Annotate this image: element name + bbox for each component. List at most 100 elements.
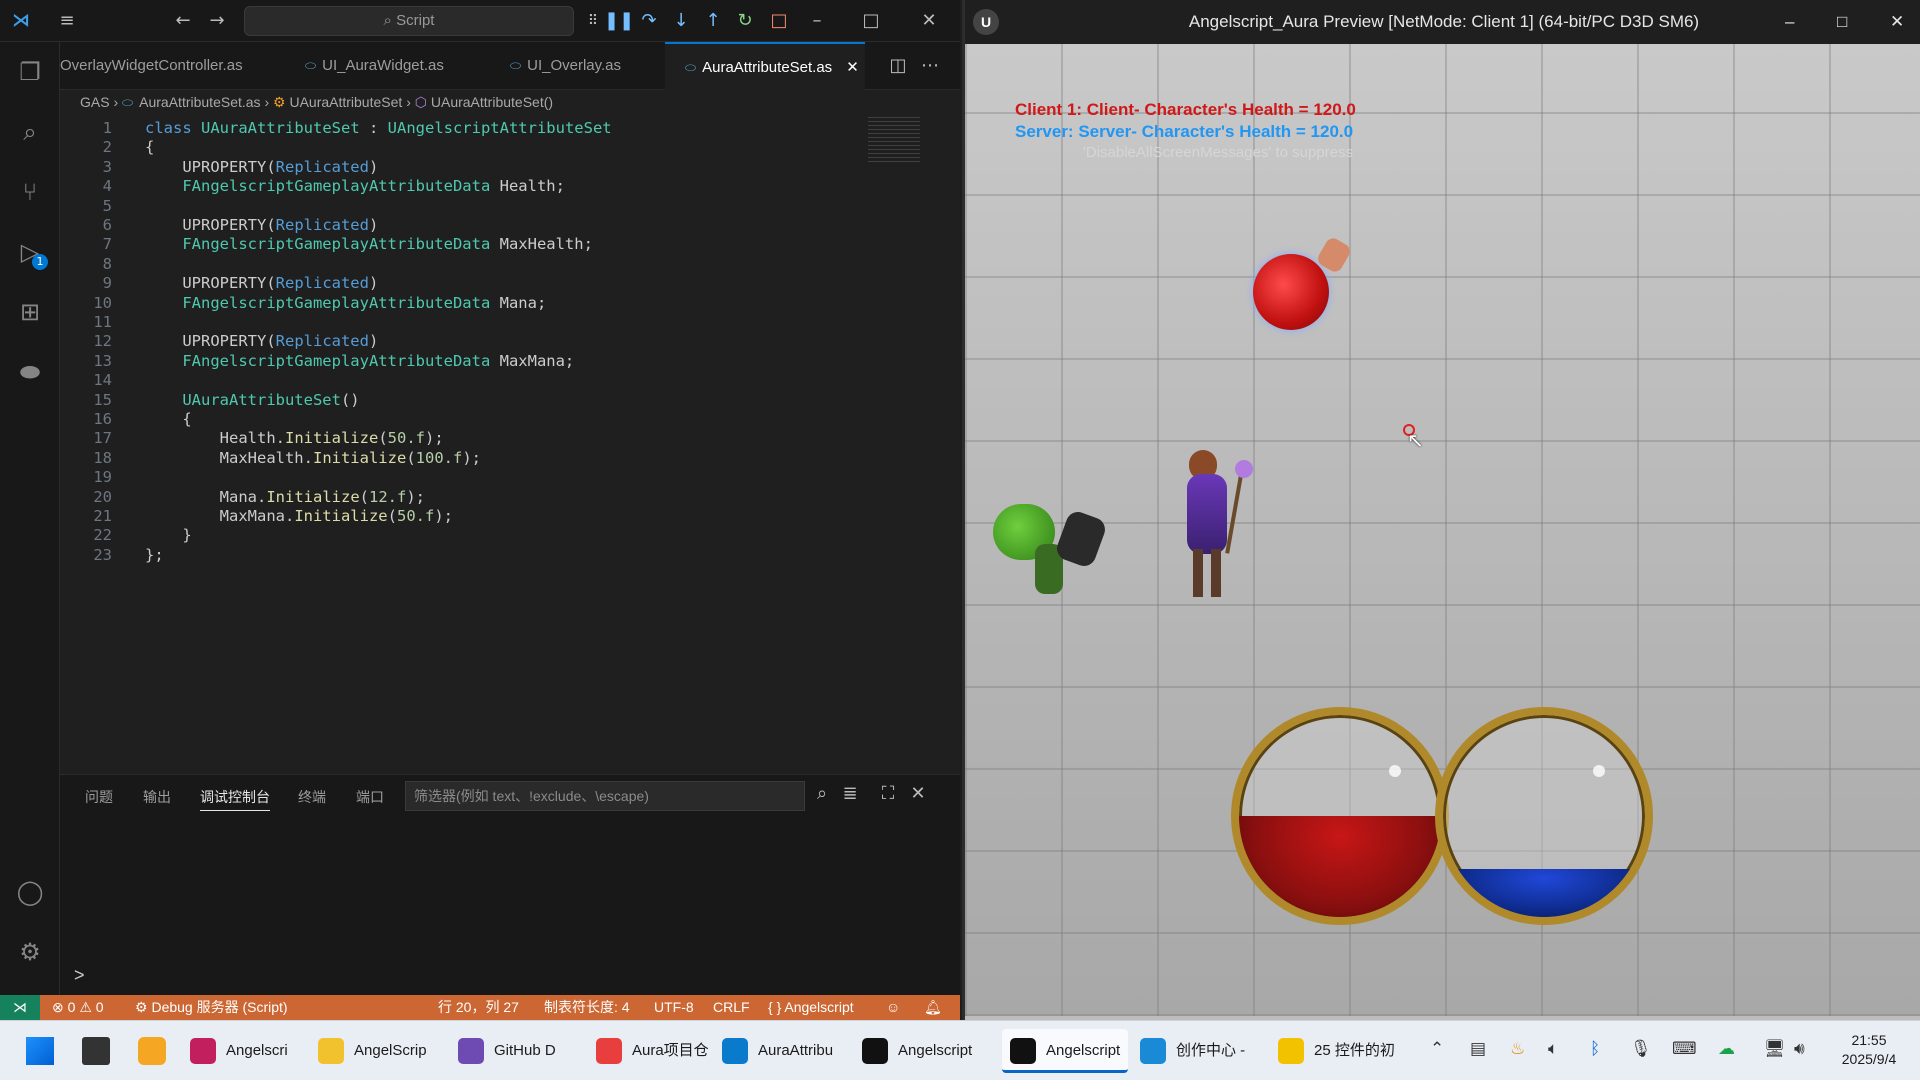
taskbar-app[interactable]: AngelScrip (318, 1029, 427, 1073)
problems-status[interactable]: ⊗ 0 ⚠ 0 (52, 995, 104, 1020)
breadcrumb-file[interactable]: AuraAttributeSet.as (139, 94, 260, 110)
search-icon[interactable]: ⌕ (809, 781, 835, 807)
code-line[interactable]: class UAuraAttributeSet : UAngelscriptAt… (145, 116, 612, 140)
notifications-bell-icon[interactable]: 🔔︎ (924, 995, 942, 1020)
tab-aura-attribute-set[interactable]: ⬭ AuraAttributeSet.as ✕ (665, 42, 865, 90)
debug-step-into-icon[interactable]: ↓ (668, 8, 694, 34)
code-line[interactable]: FAngelscriptGameplayAttributeData MaxMan… (145, 349, 574, 373)
rider-icon (190, 1038, 216, 1065)
code-line[interactable]: }; (145, 543, 164, 567)
taskbar-app[interactable]: Aura项目仓 (596, 1029, 709, 1073)
task-view-icon[interactable] (82, 1037, 110, 1065)
debug-console-filter-input[interactable]: 筛选器(例如 text、!exclude、\escape) (405, 781, 805, 811)
tab-close-icon[interactable]: ✕ (846, 59, 859, 76)
tab-ui-aura-widget[interactable]: ⬭ UI_AuraWidget.as (305, 42, 490, 90)
player-leg (1211, 549, 1221, 597)
game-viewport[interactable]: Client 1: Client- Character's Health = 1… (965, 44, 1920, 1016)
taskbar-app-label: Angelscri (226, 1042, 288, 1059)
code-line[interactable]: FAngelscriptGameplayAttributeData MaxHea… (145, 232, 593, 256)
panel-tab-ports[interactable]: 端口 (356, 783, 384, 811)
search-icon: ⌕ (383, 12, 397, 29)
breadcrumb-class[interactable]: UAuraAttributeSet (289, 94, 402, 110)
clock-date: 2025/9/4 (1841, 1051, 1897, 1067)
minimap[interactable] (868, 114, 920, 162)
code-editor[interactable]: 1 class UAuraAttributeSet : UAngelscriptA… (60, 114, 960, 774)
search-icon[interactable]: ⌕ (14, 116, 46, 148)
network-icon[interactable]: 🖥︎ (1764, 1039, 1786, 1059)
explorer-icon[interactable]: ❐ (14, 56, 46, 88)
panel-tab-output[interactable]: 输出 (143, 783, 171, 811)
tray-flame-icon[interactable]: ♨ (1510, 1039, 1525, 1059)
drag-handle-icon[interactable]: ⠿ (580, 8, 606, 34)
forward-arrow-icon[interactable]: → (204, 8, 230, 34)
debug-step-out-icon[interactable]: ↑ (700, 8, 726, 34)
taskbar-app[interactable]: 25 控件的初 (1278, 1029, 1395, 1073)
debug-restart-icon[interactable]: ↻ (732, 8, 758, 34)
minimize-icon[interactable]: – (1785, 0, 1794, 44)
run-debug-icon[interactable]: ▷ 1 (14, 236, 48, 270)
tab-overlay-widget-controller[interactable]: OverlayWidgetController.as (60, 42, 290, 90)
panel-tab-debug-console[interactable]: 调试控制台 (200, 783, 270, 811)
taskbar-app[interactable]: 创作中心 - (1140, 1029, 1245, 1073)
code-line[interactable]: FAngelscriptGameplayAttributeData Mana; (145, 291, 546, 315)
cursor-position[interactable]: 行 20，列 27 (438, 995, 519, 1020)
windows-start-icon[interactable] (26, 1037, 54, 1065)
panel-tab-problems[interactable]: 问题 (85, 783, 113, 811)
minimize-icon[interactable]: – (804, 8, 830, 34)
line-ending[interactable]: CRLF (713, 995, 750, 1020)
bluetooth-icon[interactable]: ᛒ (1590, 1039, 1600, 1059)
chevron-right-icon: › (406, 94, 415, 110)
taskbar-app[interactable]: Angelscri (190, 1029, 288, 1073)
debug-stop-icon[interactable]: □ (766, 8, 792, 34)
class-icon: ⚙ (273, 94, 286, 110)
volume-tray-icon[interactable]: 🔈︎ (1548, 1039, 1558, 1059)
microphone-icon[interactable]: 🎙︎ (1630, 1039, 1652, 1059)
breadcrumb-method[interactable]: UAuraAttributeSet() (431, 94, 553, 110)
close-icon[interactable]: ✕ (916, 8, 942, 34)
tray-app-icon[interactable]: ▤ (1470, 1039, 1486, 1059)
taskbar-app[interactable]: Angelscript (1002, 1029, 1129, 1073)
chevron-up-icon[interactable]: ⌃ (1430, 1039, 1444, 1059)
language-mode[interactable]: { } Angelscript (768, 995, 854, 1020)
taskbar-app[interactable]: GitHub D (458, 1029, 556, 1073)
vscode-logo-icon: ⋊ (12, 10, 30, 31)
tab-ui-overlay[interactable]: ⬭ UI_Overlay.as (510, 42, 680, 90)
clock[interactable]: 21:55 2025/9/4 (1834, 1031, 1904, 1069)
split-editor-icon[interactable]: ◫ (885, 53, 911, 79)
breadcrumb-folder[interactable]: GAS (80, 94, 110, 110)
copilot-icon[interactable]: ☺ (886, 995, 900, 1020)
close-panel-icon[interactable]: ✕ (905, 781, 931, 807)
console-prompt[interactable]: > (74, 965, 85, 986)
panel-tab-terminal[interactable]: 终端 (298, 783, 326, 811)
maximize-icon[interactable]: □ (858, 8, 884, 34)
debug-step-over-icon[interactable]: ↷ (636, 8, 662, 34)
extensions-icon[interactable]: ⊞ (14, 296, 46, 328)
more-actions-icon[interactable]: ⋯ (917, 53, 943, 79)
command-center[interactable]: ⌕ Script (244, 6, 574, 36)
taskbar-app[interactable]: AuraAttribu (722, 1029, 833, 1073)
input-method-icon[interactable]: ⌨ (1672, 1039, 1697, 1059)
word-wrap-icon[interactable]: ≣ (837, 781, 863, 807)
tab-size[interactable]: 制表符长度: 4 (544, 995, 630, 1020)
method-icon: ⬡ (414, 94, 427, 110)
account-icon[interactable]: ◯ (14, 876, 46, 908)
code-line[interactable]: MaxHealth.Initialize(100.f); (145, 446, 481, 470)
back-arrow-icon[interactable]: ← (170, 8, 196, 34)
debug-pause-icon[interactable]: ❚❚ (604, 8, 634, 34)
close-icon[interactable]: ✕ (1890, 0, 1904, 44)
source-control-icon[interactable]: ⑂ (14, 176, 46, 208)
code-line[interactable]: FAngelscriptGameplayAttributeData Health… (145, 174, 565, 198)
speaker-icon[interactable]: 🔊︎ (1794, 1039, 1805, 1059)
wechat-tray-icon[interactable]: ☁ (1718, 1039, 1735, 1059)
settings-gear-icon[interactable]: ⚙ (14, 936, 46, 968)
remote-indicator-icon[interactable]: ⋊ (0, 995, 40, 1020)
store-icon[interactable] (138, 1037, 166, 1065)
debug-status[interactable]: ⚙ Debug 服务器 (Script) (135, 995, 288, 1020)
taskbar-app-label: 创作中心 - (1176, 1042, 1246, 1059)
maximize-panel-icon[interactable]: ⛶ (875, 781, 901, 807)
remote-explorer-icon[interactable]: ⬬ (14, 356, 46, 388)
maximize-icon[interactable]: □ (1837, 0, 1847, 44)
taskbar-app[interactable]: Angelscript (862, 1029, 972, 1073)
menu-icon[interactable]: ≡ (54, 8, 80, 34)
encoding[interactable]: UTF-8 (654, 995, 694, 1020)
